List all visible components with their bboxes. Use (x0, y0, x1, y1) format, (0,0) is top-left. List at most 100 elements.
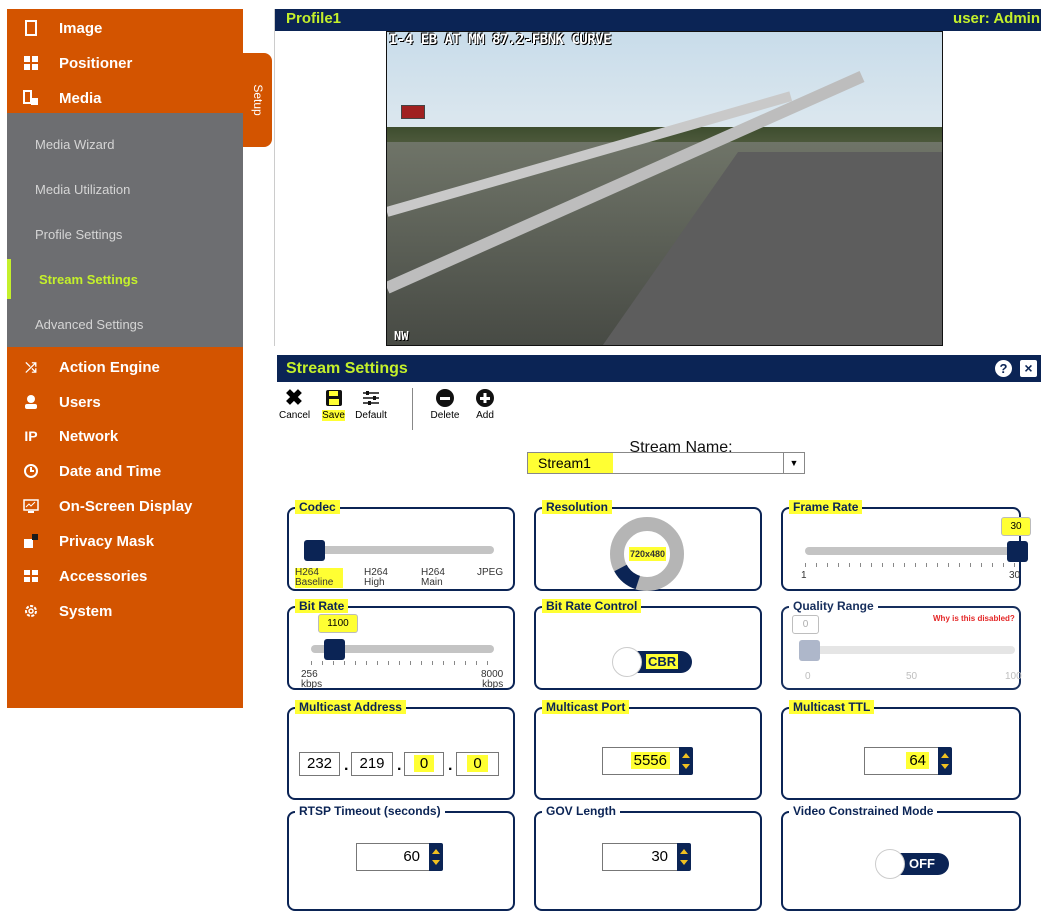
ip-octet-4[interactable]: 0 (456, 752, 499, 776)
nav-network[interactable]: IP Network (7, 419, 243, 453)
arrow-up-icon[interactable] (941, 753, 949, 758)
stepper-buttons[interactable] (677, 843, 691, 871)
codec-option-h264-high[interactable]: H264 High (364, 568, 394, 588)
stream-settings-header: Stream Settings ? × (277, 355, 1041, 382)
nav-positioner-label: Positioner (59, 54, 133, 72)
bit-rate-min: 256 kbps (301, 670, 322, 690)
user-label: user: Admin (953, 10, 1040, 27)
sidebar: Image Positioner Media Media Wizard Medi… (7, 9, 243, 708)
submenu-stream-settings[interactable]: Stream Settings (7, 259, 243, 299)
ip-octet-4-value: 0 (467, 755, 488, 772)
add-label: Add (476, 410, 494, 421)
submenu-media-utilization[interactable]: Media Utilization (7, 169, 243, 209)
arrow-down-icon[interactable] (680, 860, 688, 865)
ip-octet-3-value: 0 (413, 755, 435, 772)
monitor-icon (23, 498, 39, 514)
arrow-down-icon[interactable] (941, 764, 949, 769)
multicast-address-card: Multicast Address 232 . 219 . 0 . 0 (287, 700, 515, 800)
bit-rate-card: Bit Rate 1100 256 kbps 8000 kbps (287, 599, 515, 690)
quality-range-card: Quality Range Why is this disabled? 0 0 … (781, 599, 1022, 690)
gov-length-card: GOV Length 30 (534, 804, 762, 911)
cancel-label: Cancel (279, 410, 311, 421)
quality-range-slider-track (803, 646, 1015, 654)
resolution-label: Resolution (542, 500, 612, 514)
delete-label: Delete (430, 410, 460, 421)
codec-option-h264-baseline[interactable]: H264 Baseline (295, 568, 343, 588)
quality-range-tick: 100 (1005, 671, 1022, 682)
toolbar-separator (412, 388, 413, 430)
video-constrained-toggle[interactable]: OFF (875, 849, 949, 879)
default-button[interactable]: Default (353, 386, 389, 426)
bit-rate-unit: kbps (301, 679, 323, 690)
bit-rate-bubble: 1100 (318, 614, 358, 633)
bit-rate-control-label: Bit Rate Control (542, 599, 642, 613)
stepper-buttons[interactable] (938, 747, 952, 775)
multicast-ttl-label: Multicast TTL (789, 700, 875, 714)
codec-slider-knob[interactable] (304, 540, 325, 561)
bit-rate-control-toggle[interactable]: CBR (612, 647, 692, 677)
ip-octet-1[interactable]: 232 (299, 752, 340, 776)
quality-range-warning[interactable]: Why is this disabled? (933, 614, 1015, 624)
chevron-down-icon[interactable]: ▼ (783, 453, 804, 473)
codec-option-text: Baseline (295, 577, 334, 588)
nav-network-label: Network (59, 427, 119, 445)
stepper-buttons[interactable] (679, 747, 693, 775)
save-button[interactable]: Save (320, 386, 347, 426)
frame-rate-min: 1 (801, 570, 807, 581)
save-icon (320, 386, 347, 410)
multicast-ttl-input[interactable]: 64 (864, 747, 939, 775)
rectangle-icon (23, 20, 39, 36)
cancel-button[interactable]: ✖ Cancel (279, 385, 311, 426)
rtsp-timeout-input[interactable]: 60 (356, 843, 430, 871)
nav-on-screen-display[interactable]: On-Screen Display (7, 489, 243, 523)
nav-image-label: Image (59, 19, 103, 37)
codec-slider-track[interactable] (306, 546, 494, 554)
nav-image[interactable]: Image (7, 11, 243, 45)
gov-length-input[interactable]: 30 (602, 843, 678, 871)
codec-option-jpeg[interactable]: JPEG (477, 568, 507, 578)
add-button[interactable]: Add (474, 386, 496, 426)
setup-tab[interactable]: Setup (243, 53, 272, 147)
arrow-up-icon[interactable] (432, 849, 440, 854)
crosshair-icon (23, 55, 39, 71)
multicast-port-value: 5556 (630, 752, 670, 769)
codec-option-h264-main[interactable]: H264 Main (421, 568, 451, 588)
close-button[interactable]: × (1020, 360, 1037, 377)
arrow-up-icon[interactable] (682, 753, 690, 758)
multicast-port-input[interactable]: 5556 (602, 747, 680, 775)
stream-name-select[interactable]: Stream1 ▼ (527, 452, 805, 474)
close-icon: ✖ (284, 385, 304, 410)
arrow-down-icon[interactable] (432, 860, 440, 865)
submenu-profile-settings[interactable]: Profile Settings (7, 214, 243, 254)
frame-rate-slider-track[interactable] (805, 547, 1015, 555)
nav-users[interactable]: Users (7, 385, 243, 419)
camera-feed[interactable]: I-4 EB AT MM 87.2-FBNK CURVE NW (386, 31, 943, 346)
arrow-down-icon[interactable] (682, 764, 690, 769)
frame-rate-bubble: 30 (1001, 517, 1031, 536)
nav-action-engine[interactable]: ⤮ Action Engine (7, 350, 243, 384)
bit-rate-slider-knob[interactable] (324, 639, 345, 660)
nav-system[interactable]: System (7, 594, 243, 628)
nav-privacy-mask[interactable]: Privacy Mask (7, 524, 243, 558)
quality-range-tick: 50 (906, 671, 918, 682)
ip-octet-2[interactable]: 219 (351, 752, 393, 776)
nav-accessories[interactable]: Accessories (7, 559, 243, 593)
stream-settings-panel: Stream Settings ? × ✖ Cancel Save Defaul… (277, 355, 1041, 911)
ip-dot: . (448, 757, 453, 774)
media-icon (23, 90, 39, 106)
stepper-buttons[interactable] (429, 843, 443, 871)
arrow-up-icon[interactable] (680, 849, 688, 854)
camera-direction: NW (394, 329, 409, 343)
submenu-advanced-settings[interactable]: Advanced Settings (7, 304, 243, 344)
help-button[interactable]: ? (995, 360, 1012, 377)
nav-positioner[interactable]: Positioner (7, 46, 243, 80)
nav-media[interactable]: Media (7, 81, 243, 115)
ip-octet-3[interactable]: 0 (404, 752, 444, 776)
video-header: Profile1 user: Admin (275, 9, 1041, 31)
ip-dot: . (344, 757, 349, 774)
nav-date-time[interactable]: Date and Time (7, 454, 243, 488)
submenu-media-wizard[interactable]: Media Wizard (7, 124, 243, 164)
delete-button[interactable]: Delete (429, 386, 461, 426)
frame-rate-slider-knob[interactable] (1007, 541, 1028, 562)
bit-rate-max: 8000 kbps (481, 670, 503, 690)
